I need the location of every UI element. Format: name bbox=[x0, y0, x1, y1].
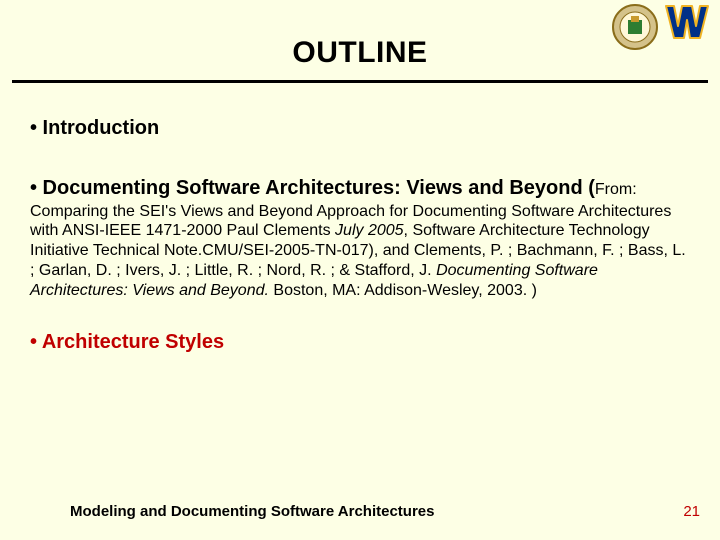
bullet-architecture-styles: • Architecture Styles bbox=[30, 331, 692, 354]
footer: Modeling and Documenting Software Archit… bbox=[70, 503, 700, 520]
page-number: 21 bbox=[683, 503, 700, 520]
cairo-university-logo bbox=[612, 4, 658, 50]
content-area: • Introduction • Documenting Software Ar… bbox=[0, 83, 720, 354]
wvu-logo bbox=[664, 4, 710, 40]
bullet-documenting-italic1: July 2005 bbox=[335, 222, 404, 239]
bullet-documenting: • Documenting Software Architectures: Vi… bbox=[30, 176, 692, 301]
bullet-documenting-body-c: Boston, MA: Addison-Wesley, 2003. ) bbox=[269, 282, 537, 299]
bullet-introduction: • Introduction bbox=[30, 117, 692, 140]
bullet-documenting-lead: • Documenting Software Architectures: Vi… bbox=[30, 177, 595, 199]
logo-row bbox=[612, 4, 710, 50]
footer-text: Modeling and Documenting Software Archit… bbox=[70, 503, 434, 520]
